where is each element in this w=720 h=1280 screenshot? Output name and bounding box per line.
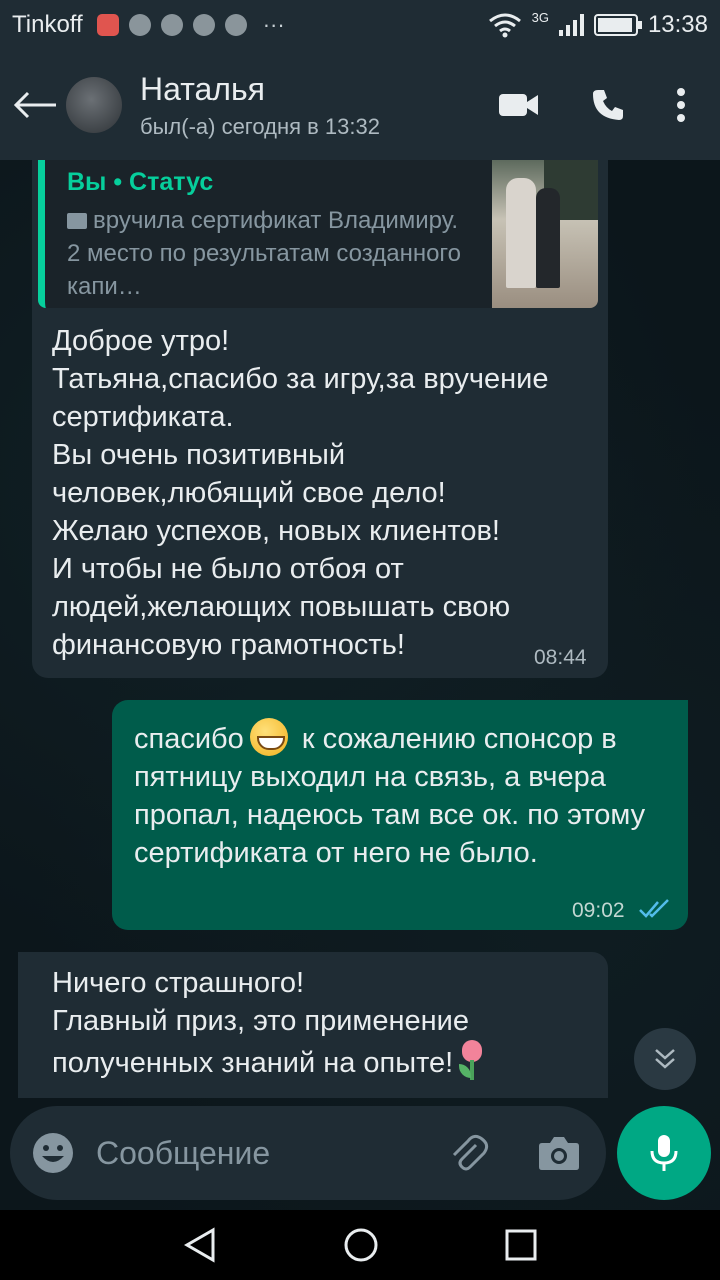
battery-icon	[593, 14, 642, 36]
double-chevron-down-icon	[655, 1049, 675, 1069]
quote-author: Вы • Статус	[67, 168, 214, 196]
wifi-icon	[488, 13, 521, 38]
message-composer[interactable]: Сообщение	[10, 1106, 606, 1200]
message-text: спасибо к сожалению спонсор в пятницу вы…	[134, 718, 664, 872]
signal-icon	[558, 14, 584, 36]
message-text: Ничего страшного! Главный приз, это прим…	[52, 964, 592, 1082]
message-input[interactable]: Сообщение	[96, 1135, 446, 1172]
tulip-emoji	[457, 1040, 487, 1080]
system-navigation-bar	[0, 1210, 720, 1280]
read-receipt-icon	[639, 899, 669, 918]
message-text: Доброе утро! Татьяна,спасибо за игру,за …	[52, 325, 549, 661]
message-time: 08:44	[534, 646, 587, 669]
message-text-part: Ничего страшного! Главный приз, это прим…	[52, 967, 469, 1079]
video-call-icon[interactable]	[498, 91, 540, 119]
more-vert-icon[interactable]	[676, 87, 686, 123]
emoji-icon[interactable]	[32, 1132, 74, 1174]
contact-avatar[interactable]	[66, 77, 122, 133]
network-type: 3G	[531, 9, 549, 25]
back-nav-icon[interactable]	[183, 1227, 217, 1263]
scroll-to-bottom-button[interactable]	[634, 1028, 696, 1090]
notification-icons: ···	[96, 12, 285, 38]
grinning-face-emoji	[249, 718, 288, 756]
message-time: 09:02	[572, 899, 625, 922]
shield-icon	[128, 14, 151, 36]
clock: 13:38	[647, 11, 708, 38]
carrier-name: Tinkoff	[12, 11, 83, 38]
quoted-status[interactable]: Вы • Статус вручила сертификат Владимиру…	[38, 160, 598, 308]
contact-name: Наталья	[140, 70, 265, 107]
more-notifications-icon: ···	[262, 12, 285, 37]
attach-icon[interactable]	[446, 1131, 490, 1175]
chat-header: Наталья был(-а) сегодня в 13:32	[0, 50, 720, 160]
avatar-notification-icon	[192, 14, 215, 36]
avatar-notification-icon	[224, 14, 247, 36]
arrow-left-icon	[13, 91, 56, 119]
voice-message-button[interactable]	[617, 1106, 711, 1200]
last-seen: был(-а) сегодня в 13:32	[140, 113, 380, 139]
image-icon	[67, 213, 87, 229]
globe-icon	[160, 14, 183, 36]
contact-info[interactable]: Наталья был(-а) сегодня в 13:32	[140, 71, 380, 140]
recents-nav-icon[interactable]	[505, 1229, 537, 1261]
app-notification-icon	[96, 14, 119, 36]
quote-caption: вручила сертификат Владимиру. 2 место по…	[67, 207, 462, 300]
back-button[interactable]	[0, 50, 70, 160]
phone-call-icon[interactable]	[590, 87, 626, 123]
status-bar: Tinkoff ··· 3G 13:38	[0, 0, 720, 50]
camera-icon[interactable]	[538, 1135, 580, 1171]
message-text-part: спасибо	[134, 723, 244, 755]
quote-thumbnail	[492, 160, 598, 308]
home-nav-icon[interactable]	[343, 1227, 379, 1263]
quote-text: вручила сертификат Владимиру. 2 место по…	[67, 204, 477, 303]
microphone-icon	[650, 1135, 678, 1171]
